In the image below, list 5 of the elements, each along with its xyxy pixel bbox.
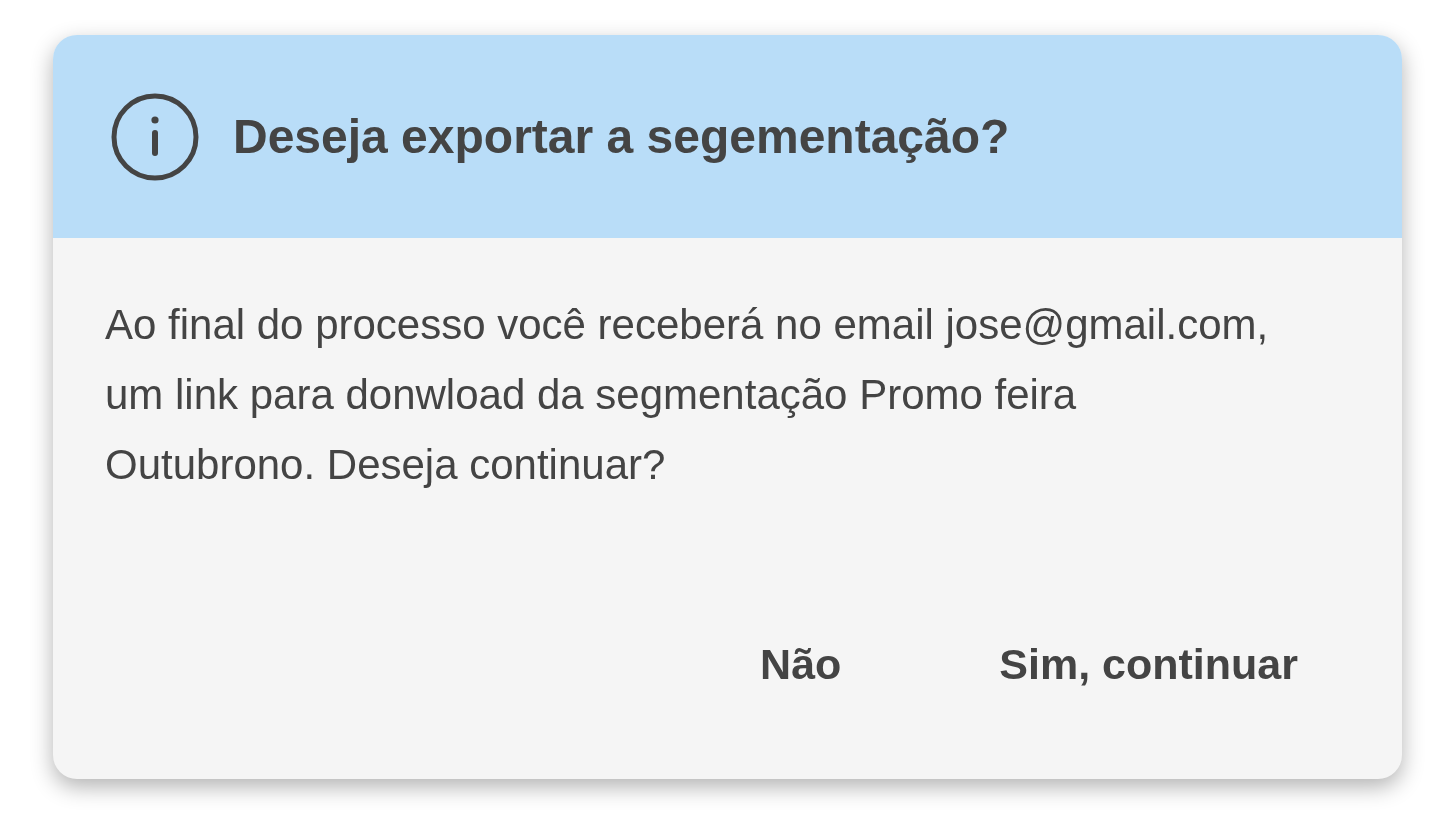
dialog-title: Deseja exportar a segementação? — [233, 109, 1010, 164]
info-icon — [111, 92, 199, 181]
dialog-action-button[interactable]: Não — [756, 634, 846, 695]
dialog-message: Ao final do processo você receberá no email jose@gmail.com, um link para donwload da segmentação Promo feira Outubrono. Deseja continuar? — [105, 300, 1270, 490]
dialog-action-button[interactable]: Sim, continuar — [995, 634, 1302, 695]
